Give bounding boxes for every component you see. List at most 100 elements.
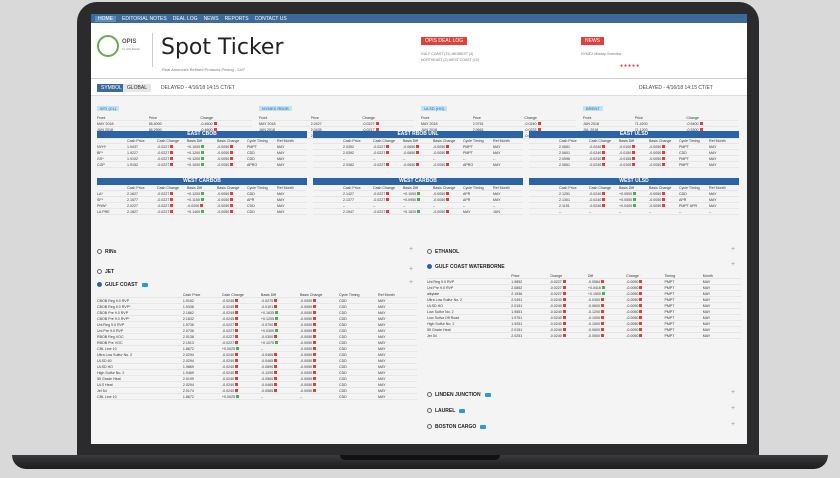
futures-cell: JUN 2018 [583, 121, 599, 126]
table-cell: Unl Reg 9.0 RVP [427, 279, 455, 284]
table-cell: -0.0227 [550, 292, 588, 296]
chat-icon[interactable] [480, 424, 487, 429]
header-divider [152, 33, 153, 67]
futures-label[interactable]: NYMEX RBOB [259, 106, 292, 111]
table-cell: MAY [378, 334, 386, 339]
table-cell: MAY [378, 340, 386, 345]
table-cell: CDD [338, 304, 347, 309]
table-cell: 1.9852 [511, 279, 523, 284]
table-cell: -0.0245 [222, 299, 261, 303]
add-icon[interactable]: + [731, 421, 735, 428]
expand-icon[interactable] [427, 408, 432, 413]
region-row[interactable]: 2.0651 -0.0240 -0.0100 -0.0050 PMPT MAY [529, 162, 739, 168]
region-row[interactable]: 2.0382 -0.0227 -0.0650 -0.0050 APRO MAY [313, 162, 523, 168]
tab-symbol[interactable]: SYMBOL [97, 84, 126, 92]
column-header: Basis Diff [403, 185, 419, 190]
region-cell: APR [247, 197, 255, 202]
add-icon[interactable]: + [731, 261, 735, 268]
deal-log-panel[interactable]: OPIS DEAL LOG GULF COAST (21) MIDWEST (4… [421, 29, 551, 62]
table-cell: -0.0240 [222, 371, 261, 375]
expand-icon[interactable] [97, 269, 102, 274]
chat-icon[interactable] [484, 392, 491, 397]
chat-icon[interactable] [459, 408, 466, 413]
futures-label[interactable]: WTI (CL) [97, 106, 120, 111]
region-cell: MAY [709, 150, 717, 155]
region-cell: CDD [247, 203, 255, 208]
futures-label[interactable]: ULSD (HO) [421, 106, 448, 111]
table-cell: PMPT [664, 333, 675, 338]
news-panel[interactable]: NEWS NYMEX Midday Overview [581, 29, 711, 56]
region-cell: MAY [493, 150, 501, 155]
table-row[interactable]: CBL Line 10 1.8672 +0.0025 -- -- CDD MAY [97, 394, 417, 400]
region-cell: +0.0500 [619, 192, 649, 196]
table-row[interactable]: Jet 54 2.0251 -0.0240 -0.0500 -0.0050 PMPT MAY [427, 333, 741, 339]
section-boston-cargo[interactable]: BOSTON CARGO [427, 422, 487, 431]
delay-status: DELAYED - 4/16/18 14:15 CT/ET [161, 85, 235, 91]
region-cell: 2.1577 [127, 197, 138, 202]
section-rins[interactable]: RINs [97, 247, 116, 256]
futures-label[interactable]: BRENT [583, 106, 603, 111]
chat-icon[interactable] [141, 282, 148, 287]
region-row[interactable]: LA PRE 2.1827 -0.0227 +0.1400 -0.0050 CDD MAY [97, 209, 307, 215]
tab-global[interactable]: GLOBAL [123, 84, 152, 92]
table-cell: CDD [338, 340, 347, 345]
nav-link[interactable]: CONTACT US [255, 16, 287, 22]
nav-link[interactable]: DEAL LOG [173, 16, 198, 22]
add-icon[interactable]: + [731, 246, 735, 253]
add-icon[interactable]: + [409, 266, 413, 273]
region-panel: WEST CARBOB Cash Price Cash Change Basis Di… [313, 178, 523, 215]
region-cell: CDD [679, 191, 687, 196]
futures-cell: MAY 2018 [259, 121, 276, 126]
add-icon[interactable]: + [409, 279, 413, 286]
table-cell: +0.1635 [261, 311, 300, 315]
column-header: Price [472, 115, 481, 120]
column-header: Diff [587, 273, 594, 278]
expand-icon[interactable] [97, 282, 102, 287]
table-cell: -0.0050 [626, 334, 664, 338]
news-tag[interactable]: NEWS [581, 37, 604, 45]
table-cell: 2.0451 [511, 297, 523, 302]
table-cell: MAY [378, 370, 386, 375]
table-cell: CBOB Reg 9.0 RVP* [97, 304, 131, 309]
section-jet[interactable]: JET [97, 267, 114, 276]
region-cell: -- [373, 156, 376, 161]
region-cell: +0.1000 [403, 192, 433, 196]
region-cell: -0.0050 [433, 198, 463, 202]
region-cell: MAY [493, 162, 501, 167]
section-laurel[interactable]: LAUREL [427, 406, 466, 415]
nav-link[interactable]: HOME [95, 15, 116, 22]
regions-top: EAST CBOB Cash Price Cash Change Basis Diff… [97, 131, 741, 175]
table-cell: -0.0050 [300, 341, 339, 345]
table-cell: MAY [702, 303, 711, 308]
nav-link[interactable]: EDITORIAL NOTES [122, 16, 167, 22]
table-cell: -0.0240 [222, 365, 261, 369]
section-linden-junction[interactable]: LINDEN JUNCTION [427, 390, 491, 399]
expand-icon[interactable] [427, 392, 432, 397]
region-row[interactable]: 2.1947 -0.0227 +0.1520 -0.0050 MAY JUN [313, 209, 523, 215]
expand-icon[interactable] [427, 424, 432, 429]
news-headline[interactable]: NYMEX Midday Overview [581, 51, 711, 57]
region-row[interactable]: -- -- -- -- -- -- [529, 209, 739, 215]
expand-icon[interactable] [427, 264, 432, 269]
section-gulf-coast[interactable]: GULF COAST [97, 280, 148, 289]
nav-link[interactable]: REPORTS [225, 16, 249, 22]
expand-icon[interactable] [427, 249, 432, 254]
table-cell: -0.0101 [261, 305, 300, 309]
region-cell: -0.0050 [433, 145, 463, 149]
add-icon[interactable]: + [409, 246, 413, 253]
table-cell: -0.0050 [300, 365, 339, 369]
region-row[interactable]: CGP 1.9152 -0.0227 +0.1000 -0.0050 APRO MAY [97, 162, 307, 168]
expand-icon[interactable] [97, 249, 102, 254]
add-icon[interactable]: + [731, 405, 735, 412]
add-icon[interactable]: + [731, 389, 735, 396]
table-cell: -0.0227 [222, 335, 261, 339]
nav-link[interactable]: NEWS [204, 16, 219, 22]
section-ethanol[interactable]: ETHANOL [427, 247, 459, 256]
section-gulf-coast-waterborne[interactable]: GULF COAST WATERBORNE [427, 262, 505, 271]
table-cell: 2.1936 [511, 291, 523, 296]
region-cell: PMPT [463, 144, 473, 149]
region-cell: 2.1151 [559, 203, 570, 208]
news-carousel-dots[interactable]: ●●●●● [620, 63, 640, 69]
deal-log-line[interactable]: NORTHEAST (2) WEST COAST (10) [421, 57, 551, 63]
deal-log-tag[interactable]: OPIS DEAL LOG [421, 37, 468, 45]
